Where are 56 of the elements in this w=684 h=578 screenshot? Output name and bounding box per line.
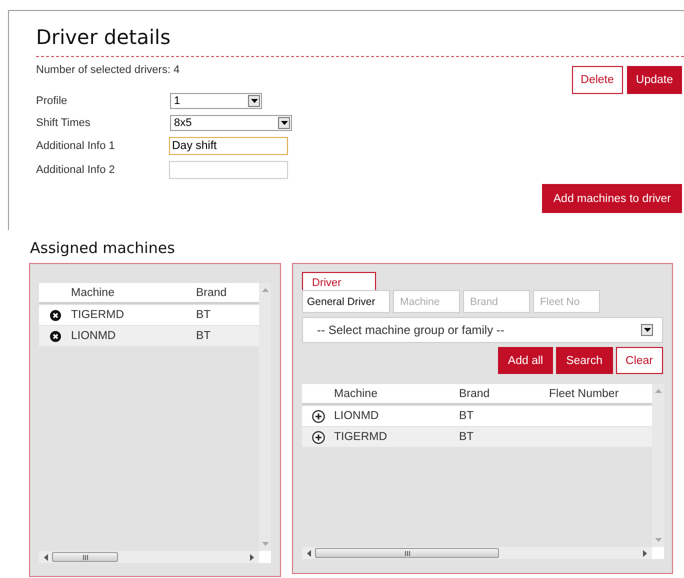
add-icon[interactable] [312, 410, 324, 422]
table-cell-text: BT [459, 410, 475, 422]
column-header[interactable]: Machine [334, 388, 459, 400]
column-header[interactable]: Brand [459, 388, 549, 400]
scroll-right-icon[interactable] [250, 554, 254, 560]
table-cell-text: BT [459, 431, 475, 443]
dropdown[interactable]: 1 [170, 93, 262, 109]
add-all-button[interactable]: Add all [498, 347, 554, 374]
clear-button[interactable]: Clear [616, 347, 663, 374]
input-field[interactable] [169, 161, 288, 179]
scrollbar-corner [652, 547, 664, 559]
scroll-up-icon[interactable] [262, 288, 268, 292]
update-button[interactable]: Update [626, 66, 682, 94]
scroll-right-icon[interactable] [643, 550, 647, 556]
section-heading: Assigned machines [30, 239, 176, 259]
scroll-up-icon[interactable] [654, 389, 662, 393]
column-header[interactable]: Machine [71, 286, 196, 298]
horizontal-scrollbar[interactable] [39, 551, 259, 563]
remove-icon[interactable] [50, 330, 60, 342]
add-machines-button[interactable]: Add machines to driver [542, 184, 682, 213]
dropdown[interactable]: 8x5 [170, 115, 292, 131]
table-cell-text: LIONMD [71, 330, 117, 342]
field-label: Shift Times [36, 117, 90, 129]
filter-field[interactable]: Brand [463, 290, 530, 313]
filter-field[interactable]: Fleet No [533, 290, 600, 313]
vertical-scrollbar[interactable] [259, 283, 271, 551]
table-cell: BT [196, 330, 211, 342]
table-cell-text: TIGERMD [71, 309, 126, 321]
filter-field[interactable]: Machine [393, 290, 460, 313]
column-header[interactable]: Fleet Number [549, 388, 619, 400]
column-header[interactable]: Brand [196, 286, 227, 298]
group-dropdown[interactable]: -- Select machine group or family -- [302, 317, 663, 343]
remove-icon[interactable] [50, 310, 60, 320]
scroll-down-icon[interactable] [654, 538, 662, 542]
scrollbar-thumb[interactable] [52, 552, 118, 562]
table-cell: BT [196, 309, 211, 321]
delete-button[interactable]: Delete [572, 66, 623, 94]
input-field[interactable]: Day shift [169, 137, 288, 155]
vertical-scrollbar[interactable] [652, 384, 664, 547]
page-title: Driver details [36, 24, 172, 51]
scroll-down-icon[interactable] [262, 542, 268, 546]
filter-field[interactable]: General Driver [302, 290, 390, 313]
field-label: Additional Info 1 [36, 140, 115, 152]
table-cell-text: TIGERMD [334, 431, 388, 443]
scrollbar-corner [259, 551, 271, 563]
scrollbar-thumb[interactable] [315, 548, 499, 558]
table-cell-text: LIONMD [334, 410, 380, 422]
scroll-left-icon[interactable] [44, 554, 48, 560]
horizontal-scrollbar[interactable] [302, 547, 652, 559]
add-icon[interactable] [312, 430, 324, 444]
scroll-left-icon[interactable] [307, 550, 311, 556]
field-label: Profile [36, 95, 68, 107]
search-button[interactable]: Search [556, 347, 613, 374]
driver-tab[interactable]: Driver [302, 272, 376, 292]
field-label: Additional Info 2 [36, 164, 115, 176]
selected-count: Number of selected drivers: 4 [36, 64, 180, 78]
